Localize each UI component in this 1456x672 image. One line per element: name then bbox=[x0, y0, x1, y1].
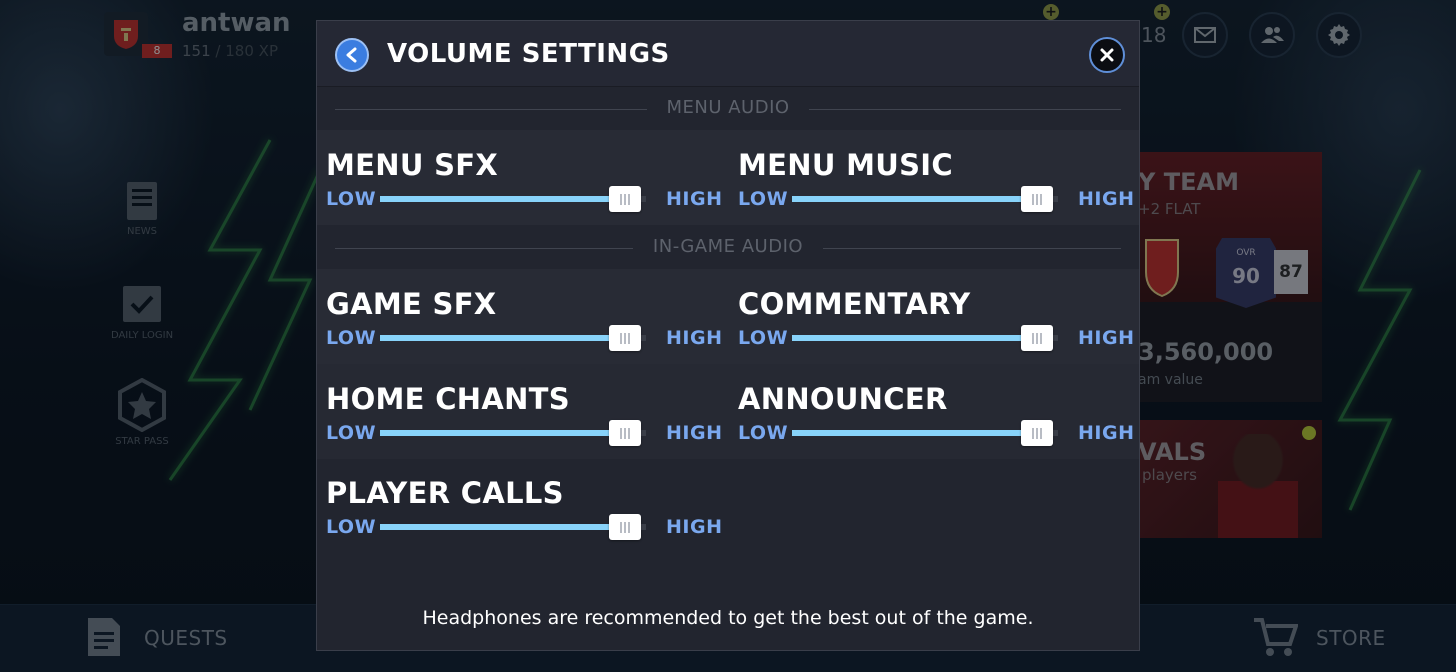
slider-track[interactable] bbox=[792, 430, 1058, 436]
section-in-game-audio: IN-GAME AUDIO bbox=[317, 227, 1139, 267]
section-label: IN-GAME AUDIO bbox=[652, 236, 804, 257]
slider-track[interactable] bbox=[380, 430, 646, 436]
slider-announcer: ANNOUNCER LOW HIGH bbox=[738, 382, 1134, 464]
slider-track[interactable] bbox=[792, 196, 1058, 202]
slider-thumb[interactable] bbox=[608, 186, 641, 212]
dialog-header: VOLUME SETTINGS bbox=[317, 21, 1139, 87]
slider-thumb[interactable] bbox=[1020, 325, 1053, 351]
slider-fill bbox=[380, 335, 625, 341]
dialog-title: VOLUME SETTINGS bbox=[387, 39, 670, 69]
section-menu-audio: MENU AUDIO bbox=[317, 88, 1139, 128]
slider-track[interactable] bbox=[792, 335, 1058, 341]
high-label: HIGH bbox=[1078, 188, 1135, 210]
slider-fill bbox=[792, 335, 1037, 341]
slider-home-chants: HOME CHANTS LOW HIGH bbox=[326, 382, 722, 464]
section-label: MENU AUDIO bbox=[666, 97, 790, 118]
slider-thumb[interactable] bbox=[1020, 186, 1053, 212]
low-label: LOW bbox=[738, 188, 789, 210]
slider-fill bbox=[380, 430, 625, 436]
slider-thumb[interactable] bbox=[608, 420, 641, 446]
close-icon bbox=[1100, 48, 1114, 62]
back-button[interactable] bbox=[335, 38, 369, 72]
slider-track[interactable] bbox=[380, 196, 646, 202]
high-label: HIGH bbox=[666, 327, 723, 349]
slider-fill bbox=[380, 196, 625, 202]
low-label: LOW bbox=[738, 327, 789, 349]
headphones-note: Headphones are recommended to get the be… bbox=[422, 607, 1034, 629]
high-label: HIGH bbox=[666, 422, 723, 444]
high-label: HIGH bbox=[1078, 422, 1135, 444]
slider-label: ANNOUNCER bbox=[738, 382, 948, 416]
slider-label: GAME SFX bbox=[326, 287, 497, 321]
slider-label: MENU MUSIC bbox=[738, 148, 953, 182]
close-button[interactable] bbox=[1089, 37, 1125, 73]
slider-thumb[interactable] bbox=[1020, 420, 1053, 446]
slider-label: MENU SFX bbox=[326, 148, 499, 182]
low-label: LOW bbox=[738, 422, 789, 444]
low-label: LOW bbox=[326, 516, 377, 538]
volume-settings-dialog: VOLUME SETTINGS MENU AUDIO MENU SFX LOW … bbox=[316, 20, 1140, 651]
slider-label: HOME CHANTS bbox=[326, 382, 570, 416]
low-label: LOW bbox=[326, 422, 377, 444]
slider-menu-music: MENU MUSIC LOW HIGH bbox=[738, 148, 1134, 230]
low-label: LOW bbox=[326, 188, 377, 210]
slider-thumb[interactable] bbox=[608, 514, 641, 540]
slider-thumb[interactable] bbox=[608, 325, 641, 351]
slider-label: COMMENTARY bbox=[738, 287, 971, 321]
high-label: HIGH bbox=[666, 516, 723, 538]
high-label: HIGH bbox=[1078, 327, 1135, 349]
slider-commentary: COMMENTARY LOW HIGH bbox=[738, 287, 1134, 369]
slider-fill bbox=[792, 430, 1037, 436]
low-label: LOW bbox=[326, 327, 377, 349]
slider-fill bbox=[792, 196, 1037, 202]
high-label: HIGH bbox=[666, 188, 723, 210]
slider-label: PLAYER CALLS bbox=[326, 476, 564, 510]
slider-track[interactable] bbox=[380, 524, 646, 530]
slider-player-calls: PLAYER CALLS LOW HIGH bbox=[326, 476, 722, 558]
slider-menu-sfx: MENU SFX LOW HIGH bbox=[326, 148, 722, 230]
chevron-left-icon bbox=[346, 47, 357, 63]
slider-track[interactable] bbox=[380, 335, 646, 341]
slider-fill bbox=[380, 524, 625, 530]
slider-game-sfx: GAME SFX LOW HIGH bbox=[326, 287, 722, 369]
